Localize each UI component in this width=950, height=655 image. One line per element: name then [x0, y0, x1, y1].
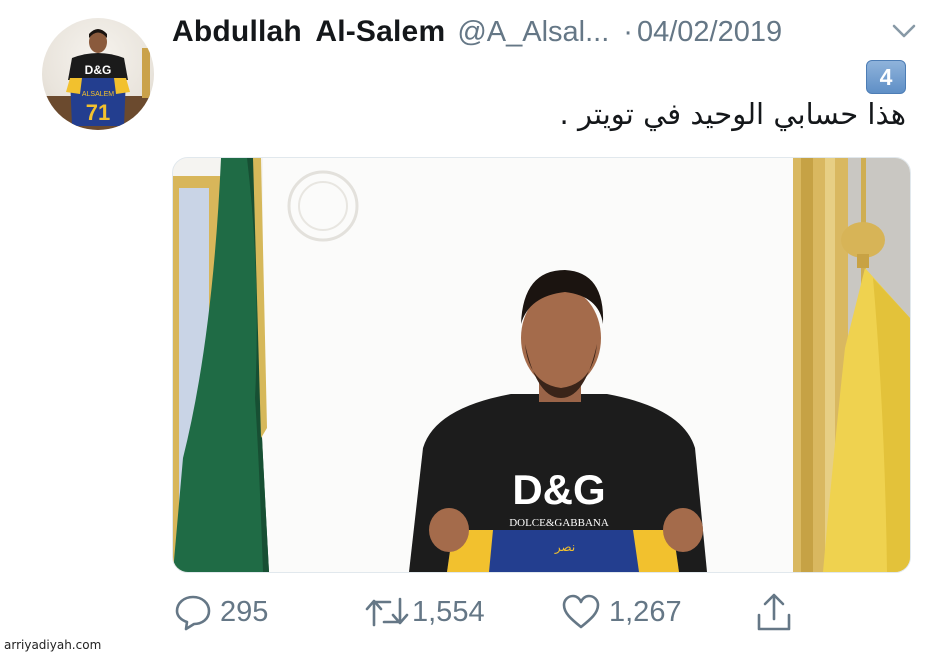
shirt-logo-text: D&G	[512, 466, 605, 513]
avatar-jersey-number: 71	[86, 100, 110, 125]
media-illustration: D&G DOLCE&GABBANA نصر	[173, 158, 910, 572]
retweet-icon	[365, 597, 409, 627]
share-icon	[757, 593, 791, 631]
tweet-text: هذا حسابي الوحيد في تويتر .	[559, 97, 906, 131]
retweet-button[interactable]: 1,554	[364, 588, 485, 636]
avatar-shirt-logo: D&G	[85, 63, 112, 77]
display-name[interactable]: Abdullah Al-Salem	[172, 15, 445, 49]
avatar-photo: D&G ALSALEM 71	[42, 29, 154, 130]
avatar[interactable]: D&G ALSALEM 71	[42, 18, 154, 130]
tweet-media-photo[interactable]: D&G DOLCE&GABBANA نصر	[172, 157, 911, 573]
shirt-subtitle-text: DOLCE&GABBANA	[509, 517, 609, 529]
watermark: arriyadiyah.com	[4, 638, 102, 652]
keycap-number-badge: 4	[866, 60, 906, 94]
share-button[interactable]	[754, 588, 794, 636]
reply-icon	[175, 595, 211, 631]
heart-icon	[562, 594, 600, 629]
retweet-count: 1,554	[412, 595, 485, 628]
reply-count: 295	[220, 595, 269, 628]
avatar-jersey-name: ALSALEM	[82, 91, 114, 98]
separator-dot: ·	[623, 15, 633, 48]
reply-button[interactable]: 295	[174, 588, 268, 636]
jersey-text: نصر	[554, 540, 575, 555]
like-button[interactable]: 1,267	[561, 588, 682, 636]
tweet-header: Abdullah Al-Salem @A_Alsal... · 04/02/20…	[172, 12, 917, 52]
chevron-down-icon[interactable]	[891, 20, 917, 42]
tweet-actions: 295 1,554 1,267	[172, 588, 909, 636]
user-handle[interactable]: @A_Alsal...	[457, 16, 609, 49]
like-count: 1,267	[609, 595, 682, 628]
tweet-date[interactable]: 04/02/2019	[637, 16, 782, 49]
